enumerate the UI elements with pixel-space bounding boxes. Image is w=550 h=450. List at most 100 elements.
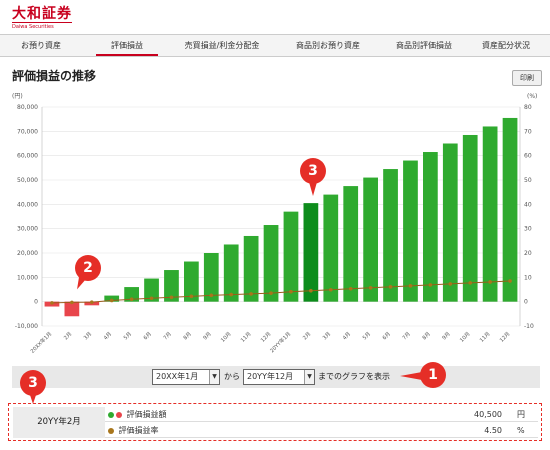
rate-series-point: [488, 280, 492, 284]
chart-bar[interactable]: [383, 169, 398, 302]
x-tick-label: 11月: [478, 330, 491, 343]
x-tick-label: 7月: [401, 330, 412, 341]
main-tab-bar: お預り資産 評価損益 売買損益/利金分配金 商品別お預り資産 商品別評価損益 資…: [0, 34, 550, 57]
chart-bar[interactable]: [303, 203, 319, 302]
chart-bar[interactable]: [283, 211, 299, 302]
rate-series-point: [189, 294, 194, 299]
y-left-tick-label: 80,000: [17, 104, 38, 111]
range-to-select[interactable]: 20YY年12月 ▼: [243, 369, 315, 385]
tab-holdings[interactable]: お預り資産: [10, 35, 72, 56]
chart-bar[interactable]: [263, 225, 279, 302]
chart-bar[interactable]: [482, 126, 498, 302]
chart-bar[interactable]: [343, 186, 359, 302]
y-left-tick-label: 60,000: [17, 153, 38, 160]
callout-badge-3: 3: [300, 158, 326, 184]
tab-holdings-by-product[interactable]: 商品別お預り資産: [282, 35, 374, 56]
legend-bar-positive-icon: [108, 411, 114, 418]
detail-rate-row: 評価損益率 4.50 %: [105, 423, 538, 438]
detail-amount-label: 評価損益額: [126, 410, 167, 419]
x-tick-label: 12月: [498, 330, 511, 343]
x-tick-label: 2月: [62, 330, 73, 341]
chart-bar[interactable]: [243, 235, 259, 302]
brand-logo[interactable]: 大和証券 Daiwa Securities: [12, 6, 72, 30]
y-left-tick-label: -10,000: [15, 323, 38, 330]
x-tick-label: 7月: [162, 330, 173, 341]
rate-series-point: [368, 285, 373, 290]
right-axis-unit: (%): [527, 93, 537, 100]
x-tick-label: 4月: [102, 330, 113, 341]
callout-badge-1: 1: [420, 362, 446, 388]
detail-month: 20YY年2月: [13, 407, 105, 438]
y-left-tick-label: 40,000: [17, 201, 38, 208]
tab-valuation[interactable]: 評価損益: [96, 35, 158, 56]
rate-series-point: [269, 291, 273, 295]
x-tick-label: 9月: [202, 330, 213, 341]
tab-trading-pnl[interactable]: 売買損益/利金分配金: [172, 35, 272, 56]
x-tick-label: 6月: [142, 330, 153, 341]
x-tick-label: 4月: [341, 330, 352, 341]
y-right-tick-label: 40: [524, 201, 532, 208]
rate-series-point: [169, 295, 174, 300]
detail-amount-row: 評価損益額 40,500 円: [105, 407, 538, 422]
y-left-tick-label: 30,000: [17, 226, 38, 233]
rate-series-line: [51, 280, 511, 304]
rate-series-point: [89, 300, 94, 304]
chart-bar[interactable]: [323, 194, 339, 302]
rate-series-point: [209, 293, 214, 298]
rate-series-point: [408, 284, 413, 288]
rate-series-point: [229, 292, 234, 297]
left-axis-unit: (円): [12, 93, 23, 100]
tab-valuation-by-product[interactable]: 商品別評価損益: [380, 35, 468, 56]
y-left-tick-label: 0: [34, 299, 38, 306]
x-tick-label: 20XX年1月: [28, 330, 53, 355]
detail-amount-value: 40,500: [474, 410, 502, 419]
chart-bar[interactable]: [363, 177, 378, 302]
rate-series-point: [289, 289, 293, 294]
page-title: 評価損益の推移: [12, 69, 97, 83]
x-tick-label: 8月: [182, 330, 193, 341]
range-from-select[interactable]: 20XX年1月 ▼: [152, 369, 220, 385]
range-selector-bar: 20XX年1月 ▼ から 20YY年12月 ▼ までのグラフを表示: [12, 366, 540, 388]
chart-bar[interactable]: [423, 152, 438, 302]
chart-bar[interactable]: [462, 134, 478, 302]
y-left-tick-label: 70,000: [17, 128, 38, 135]
x-tick-label: 10月: [458, 330, 471, 343]
detail-rate-value: 4.50: [484, 426, 502, 435]
detail-rate-unit: %: [517, 426, 525, 435]
y-right-tick-label: 80: [524, 104, 532, 111]
rate-series-point: [109, 298, 114, 303]
x-tick-label: 6月: [381, 330, 392, 341]
legend-line-icon: [108, 427, 114, 434]
range-to-value: 20YY年12月: [247, 372, 294, 381]
tab-allocation[interactable]: 資産配分状況: [472, 35, 540, 56]
rate-series-point: [249, 292, 253, 296]
rate-series-point: [70, 300, 74, 305]
x-tick-label: 11月: [239, 330, 252, 343]
callout-pointer-3: [309, 182, 317, 196]
brand-tagline: Daiwa Securities: [12, 22, 72, 30]
x-tick-label: 8月: [421, 330, 432, 341]
valuation-chart[interactable]: (円) (%) 80,000 80 70,000 70 60,000 60 50,000 50 40…: [0, 90, 550, 360]
y-right-tick-label: 70: [524, 128, 532, 135]
x-tick-label: 5月: [361, 330, 372, 341]
x-tick-label: 2月: [301, 330, 312, 341]
y-right-tick-label: -10: [524, 323, 534, 330]
chart-bar[interactable]: [442, 143, 458, 302]
y-left-tick-label: 50,000: [17, 177, 38, 184]
chart-bar[interactable]: [403, 160, 418, 302]
x-tick-label: 9月: [441, 330, 452, 341]
x-tick-label: 5月: [122, 330, 133, 341]
x-tick-label: 20YY年1月: [268, 330, 292, 354]
rate-series-point: [149, 296, 154, 301]
rate-series-point: [508, 279, 512, 283]
rate-series-point: [129, 297, 134, 302]
rate-series-point: [388, 285, 393, 289]
rate-series-point: [309, 288, 313, 293]
rate-series-point: [448, 282, 453, 286]
selected-month-detail: 20YY年2月 評価損益額 40,500 円 評価損益率 4.50 %: [8, 403, 542, 441]
print-button[interactable]: 印刷: [512, 70, 542, 86]
range-from-value: 20XX年1月: [156, 372, 199, 381]
chart-bar[interactable]: [502, 117, 518, 302]
x-tick-label: 3月: [82, 330, 93, 341]
range-from-label: から: [224, 372, 240, 381]
